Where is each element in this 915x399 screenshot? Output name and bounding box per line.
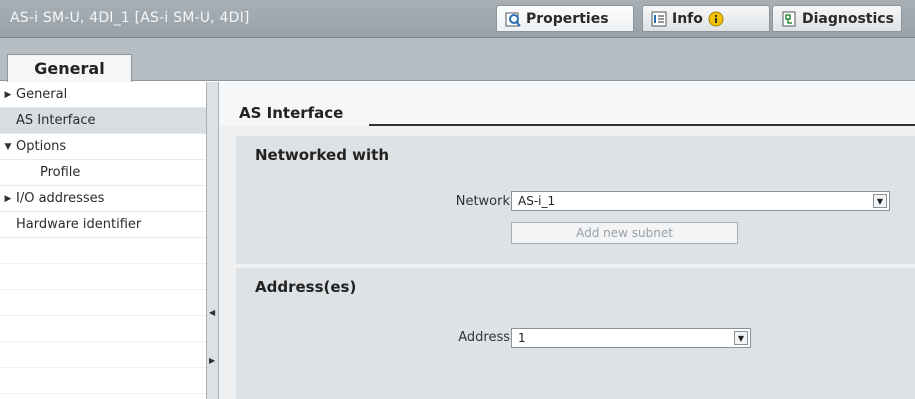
nav-item-general[interactable]: ▶ General: [0, 82, 206, 108]
property-navigation: ▶ General AS Interface ▼ Options Profile…: [0, 82, 206, 399]
dropdown-arrow-icon[interactable]: ▼: [873, 194, 887, 208]
nav-item-hardware-identifier[interactable]: Hardware identifier: [0, 212, 206, 238]
content-tab-strip: General: [0, 38, 915, 82]
tab-properties[interactable]: Properties: [496, 5, 634, 32]
network-select[interactable]: AS-i_1 ▼: [511, 191, 890, 211]
panel-title-networked: Networked with: [255, 146, 390, 164]
tab-general[interactable]: General: [7, 54, 132, 82]
add-new-subnet-button[interactable]: Add new subnet: [511, 222, 738, 244]
nav-item-io-addresses[interactable]: ▶ I/O addresses: [0, 186, 206, 212]
panel-splitter[interactable]: ◀ ▶: [206, 82, 219, 399]
nav-item-label: General: [16, 87, 68, 102]
window-title: AS-i SM-U, 4DI_1 [AS-i SM-U, 4DI]: [10, 10, 250, 26]
address-select[interactable]: 1 ▼: [511, 328, 751, 348]
collapse-arrow-icon[interactable]: ▼: [0, 142, 16, 152]
addresses-panel: Address(es) Address 1 ▼: [236, 268, 915, 399]
nav-item-label: Options: [16, 139, 67, 154]
tab-diagnostics[interactable]: Diagnostics: [772, 5, 902, 32]
tab-info[interactable]: Info: [642, 5, 770, 32]
nav-item-label: AS Interface: [16, 113, 96, 128]
nav-item-label: I/O addresses: [16, 191, 105, 206]
info-icon: [708, 11, 724, 27]
diagnostics-icon: [781, 11, 797, 27]
nav-item-as-interface[interactable]: AS Interface: [0, 108, 206, 134]
expand-right-icon[interactable]: ▶: [209, 356, 215, 365]
dropdown-arrow-icon[interactable]: ▼: [734, 331, 748, 345]
tab-diagnostics-label: Diagnostics: [802, 10, 894, 27]
address-value: 1: [518, 331, 526, 345]
nav-item-profile[interactable]: Profile: [0, 160, 206, 186]
properties-icon: [505, 11, 521, 27]
network-value: AS-i_1: [518, 194, 556, 208]
tab-info-label: Info: [672, 10, 703, 27]
section-title: AS Interface: [239, 104, 344, 122]
nav-item-label: Profile: [40, 165, 81, 180]
collapse-left-icon[interactable]: ◀: [209, 308, 215, 317]
expand-arrow-icon[interactable]: ▶: [0, 194, 16, 204]
properties-content: AS Interface Networked with Network AS-i…: [219, 82, 915, 399]
title-bar: AS-i SM-U, 4DI_1 [AS-i SM-U, 4DI] Proper…: [0, 0, 915, 38]
section-divider: [369, 124, 915, 126]
network-label: Network: [455, 194, 510, 209]
networked-with-panel: Networked with Network AS-i_1 ▼ Add new …: [236, 136, 915, 264]
tab-properties-label: Properties: [526, 10, 609, 27]
expand-arrow-icon[interactable]: ▶: [0, 90, 16, 100]
panel-title-addresses: Address(es): [255, 278, 357, 296]
nav-item-label: Hardware identifier: [16, 217, 142, 232]
address-label: Address: [458, 330, 510, 345]
section-header: AS Interface: [219, 82, 915, 126]
nav-item-options[interactable]: ▼ Options: [0, 134, 206, 160]
info-list-icon: [651, 11, 667, 27]
